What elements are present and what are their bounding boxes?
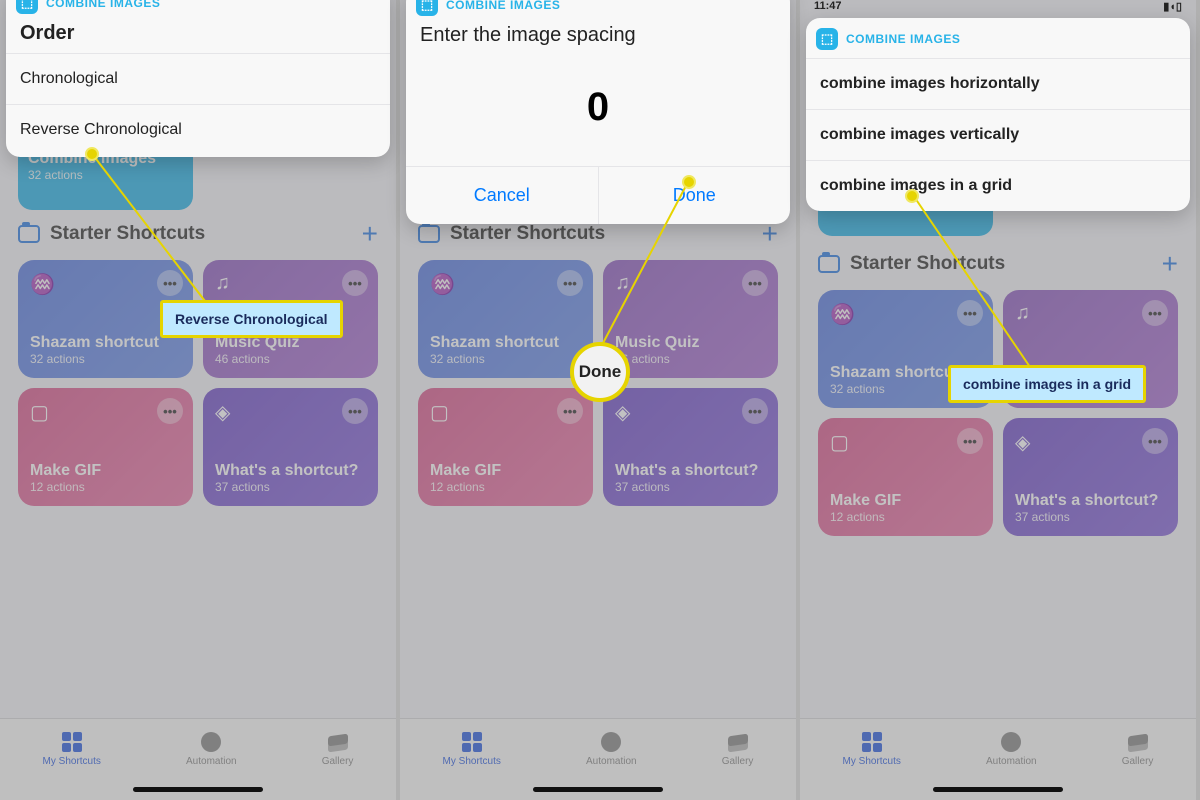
folder-icon	[418, 225, 440, 243]
callout-dot	[85, 147, 99, 161]
waveform-icon: ♒	[30, 272, 55, 297]
popup-title: Enter the image spacing	[406, 16, 790, 55]
order-popup: ⬚ COMBINE IMAGES Order Chronological Rev…	[6, 0, 390, 157]
tab-automation[interactable]: Automation	[186, 731, 237, 767]
callout-reverse-chronological: Reverse Chronological	[160, 300, 343, 338]
photos-icon: ▢	[30, 400, 49, 425]
status-icons: ▮◖▯	[1163, 0, 1182, 20]
tab-gallery[interactable]: Gallery	[322, 731, 354, 767]
photos-icon: ▢	[430, 400, 449, 425]
clock-icon	[201, 732, 221, 752]
tab-my-shortcuts[interactable]: My Shortcuts	[443, 731, 501, 767]
callout-dot	[682, 175, 696, 189]
home-indicator[interactable]	[933, 787, 1063, 792]
status-time: 11:47	[814, 0, 842, 20]
tab-gallery[interactable]: Gallery	[722, 731, 754, 767]
section-title: Starter Shortcuts	[450, 223, 752, 245]
music-list-icon: ♫	[215, 272, 230, 295]
more-icon[interactable]: •••	[742, 270, 768, 296]
section-title: Starter Shortcuts	[50, 223, 352, 245]
add-button[interactable]: +	[1162, 248, 1178, 280]
app-label: COMBINE IMAGES	[446, 0, 560, 12]
shortcut-card-make-gif[interactable]: ▢•••Make GIF12 actions	[418, 388, 593, 506]
music-list-icon: ♫	[615, 272, 630, 295]
tab-gallery[interactable]: Gallery	[1122, 731, 1154, 767]
starter-section: Starter Shortcuts + ♒•••Shazam shortcut3…	[18, 218, 378, 506]
option-vertical[interactable]: combine images vertically	[806, 109, 1190, 160]
stack-icon	[328, 735, 348, 749]
callout-grid: combine images in a grid	[948, 365, 1146, 403]
callout-done: Done	[570, 342, 630, 402]
tab-my-shortcuts[interactable]: My Shortcuts	[43, 731, 101, 767]
phone-right: 11:47 ▮◖▯ Combine Images 32 actions Star…	[800, 0, 1200, 800]
option-grid[interactable]: combine images in a grid	[806, 160, 1190, 211]
mode-popup: ⬚ COMBINE IMAGES combine images horizont…	[806, 18, 1190, 211]
tab-my-shortcuts[interactable]: My Shortcuts	[843, 731, 901, 767]
add-button[interactable]: +	[362, 218, 378, 250]
option-reverse-chronological[interactable]: Reverse Chronological	[6, 104, 390, 155]
grid-icon	[862, 732, 882, 752]
app-label: COMBINE IMAGES	[846, 32, 960, 46]
shortcut-card-whats[interactable]: ◈•••What's a shortcut?37 actions	[603, 388, 778, 506]
folder-icon	[18, 225, 40, 243]
music-list-icon: ♫	[1015, 302, 1030, 325]
done-button[interactable]: Done	[599, 167, 791, 224]
grid-icon	[62, 732, 82, 752]
more-icon[interactable]: •••	[342, 398, 368, 424]
shortcut-card-shazam[interactable]: ♒•••Shazam shortcut32 actions	[418, 260, 593, 378]
shortcut-card-whats[interactable]: ◈•••What's a shortcut?37 actions	[203, 388, 378, 506]
more-icon[interactable]: •••	[342, 270, 368, 296]
combine-images-app-icon: ⬚	[816, 28, 838, 50]
shortcut-card-music-quiz[interactable]: ♫•••Music Quiz46 actions	[603, 260, 778, 378]
more-icon[interactable]: •••	[157, 398, 183, 424]
combine-images-app-icon: ⬚	[16, 0, 38, 14]
combine-images-app-icon: ⬚	[416, 0, 438, 16]
more-icon[interactable]: •••	[1142, 428, 1168, 454]
shortcut-card-whats[interactable]: ◈•••What's a shortcut?37 actions	[1003, 418, 1178, 536]
phone-left: Combine Images 32 actions Starter Shortc…	[0, 0, 400, 800]
option-chronological[interactable]: Chronological	[6, 53, 390, 104]
more-icon[interactable]: •••	[557, 270, 583, 296]
tab-automation[interactable]: Automation	[586, 731, 637, 767]
more-icon[interactable]: •••	[1142, 300, 1168, 326]
stack-icon	[1128, 735, 1148, 749]
phone-middle: Starter Shortcuts + ♒•••Shazam shortcut3…	[400, 0, 800, 800]
grid-icon	[462, 732, 482, 752]
shortcut-card-make-gif[interactable]: ▢•••Make GIF12 actions	[818, 418, 993, 536]
folder-icon	[818, 255, 840, 273]
clock-icon	[1001, 732, 1021, 752]
status-bar: 11:47 ▮◖▯	[800, 0, 1196, 20]
spacing-value[interactable]: 0	[406, 55, 790, 166]
app-label: COMBINE IMAGES	[46, 0, 160, 10]
photos-icon: ▢	[830, 430, 849, 455]
popup-title: Order	[6, 14, 390, 53]
more-icon[interactable]: •••	[557, 398, 583, 424]
cancel-button[interactable]: Cancel	[406, 167, 599, 224]
spacing-popup: ⬚ COMBINE IMAGES Enter the image spacing…	[406, 0, 790, 224]
stack-icon	[728, 735, 748, 749]
more-icon[interactable]: •••	[742, 398, 768, 424]
more-icon[interactable]: •••	[957, 428, 983, 454]
layers-icon: ◈	[215, 400, 230, 425]
clock-icon	[601, 732, 621, 752]
layers-icon: ◈	[615, 400, 630, 425]
waveform-icon: ♒	[830, 302, 855, 327]
section-title: Starter Shortcuts	[850, 253, 1152, 275]
home-indicator[interactable]	[533, 787, 663, 792]
layers-icon: ◈	[1015, 430, 1030, 455]
waveform-icon: ♒	[430, 272, 455, 297]
more-icon[interactable]: •••	[957, 300, 983, 326]
tab-automation[interactable]: Automation	[986, 731, 1037, 767]
callout-dot	[905, 189, 919, 203]
more-icon[interactable]: •••	[157, 270, 183, 296]
option-horizontal[interactable]: combine images horizontally	[806, 58, 1190, 109]
card-actions: 32 actions	[28, 168, 183, 182]
home-indicator[interactable]	[133, 787, 263, 792]
shortcut-card-make-gif[interactable]: ▢•••Make GIF12 actions	[18, 388, 193, 506]
